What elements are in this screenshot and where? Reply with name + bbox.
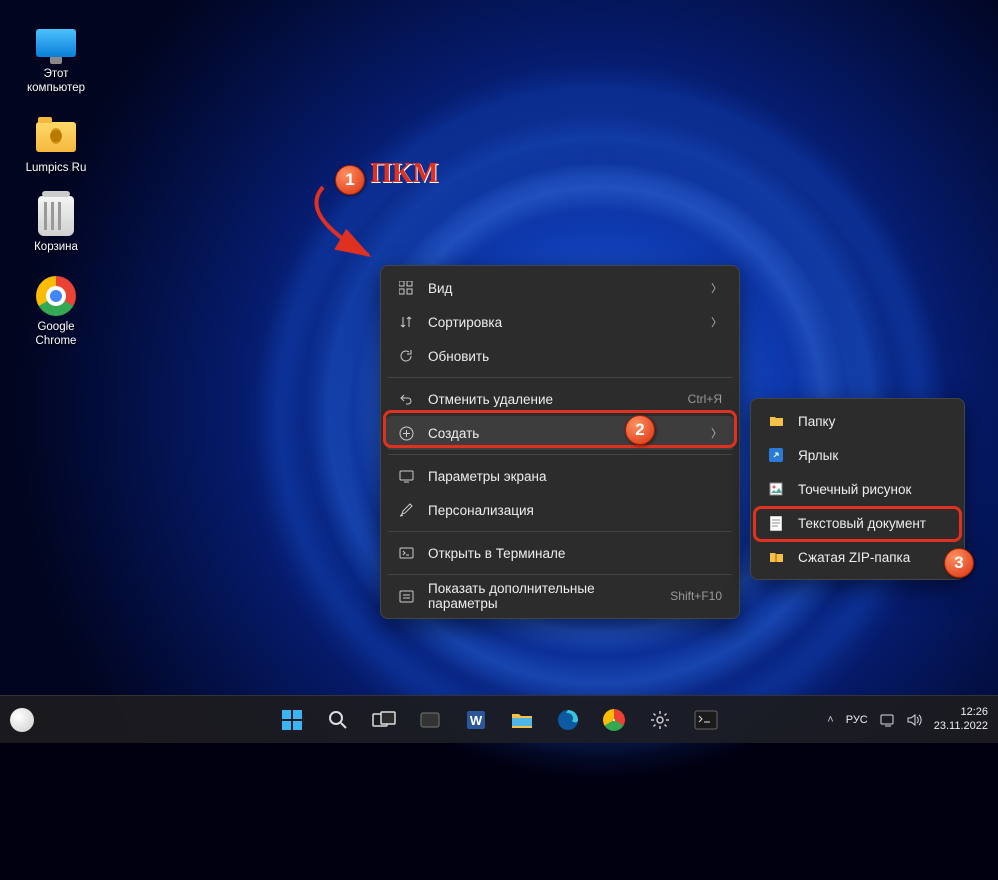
weather-icon (10, 708, 34, 732)
annotation-badge-1: 1 (335, 165, 365, 195)
refresh-icon (398, 348, 414, 364)
taskbar-widgets[interactable] (10, 708, 34, 732)
taskbar-app-settings[interactable] (640, 700, 680, 740)
tray-chevron-icon[interactable]: ˄ (827, 714, 833, 726)
taskbar-app-terminal[interactable] (686, 700, 726, 740)
shortcut-icon (768, 447, 784, 463)
menu-label: Вид (428, 281, 697, 296)
chrome-icon (36, 276, 76, 316)
network-icon[interactable] (880, 713, 896, 727)
menu-accelerator: Shift+F10 (670, 589, 722, 603)
annotation-badge-2: 2 (625, 415, 655, 445)
icon-label: Этоткомпьютер (27, 68, 85, 96)
menu-label: Сжатая ZIP-папка (798, 550, 947, 565)
menu-label: Обновить (428, 349, 722, 364)
menu-item-refresh[interactable]: Обновить (386, 339, 734, 373)
tray-time: 12:26 (934, 706, 988, 720)
taskbar-app-explorer[interactable] (502, 700, 542, 740)
monitor-icon (36, 29, 76, 57)
chrome-icon (603, 709, 625, 731)
image-icon (768, 481, 784, 497)
menu-item-personalize[interactable]: Персонализация (386, 493, 734, 527)
submenu-item-text-document[interactable]: Текстовый документ (756, 506, 959, 540)
submenu-item-zip[interactable]: Сжатая ZIP-папка (756, 540, 959, 574)
recycle-bin-icon (38, 196, 74, 236)
menu-item-undo[interactable]: Отменить удаление Ctrl+Я (386, 382, 734, 416)
undo-icon (398, 391, 414, 407)
icon-label: Корзина (34, 241, 78, 255)
text-document-icon (768, 515, 784, 531)
menu-item-sort[interactable]: Сортировка 〉 (386, 305, 734, 339)
svg-text:W: W (470, 713, 483, 728)
menu-label: Персонализация (428, 503, 722, 518)
annotation-arrow (268, 185, 388, 265)
start-button[interactable] (272, 700, 312, 740)
context-menu: Вид 〉 Сортировка 〉 Обновить Отменить уда… (380, 265, 740, 619)
desktop-icon-this-pc[interactable]: Этоткомпьютер (18, 20, 94, 96)
icon-label: GoogleChrome (36, 321, 77, 349)
menu-label: Отменить удаление (428, 392, 674, 407)
menu-label: Папку (798, 414, 947, 429)
taskbar-app[interactable] (410, 700, 450, 740)
desktop-icon-folder[interactable]: Lumpics Ru (18, 114, 94, 176)
annotation-badge-3: 3 (944, 548, 974, 578)
menu-label: Сортировка (428, 315, 697, 330)
menu-separator (388, 574, 732, 575)
menu-separator (388, 454, 732, 455)
taskbar-tray: ˄ РУС 12:26 23.11.2022 (827, 706, 988, 734)
submenu-item-bitmap[interactable]: Точечный рисунок (756, 472, 959, 506)
menu-label: Точечный рисунок (798, 482, 947, 497)
plus-circle-icon (398, 425, 414, 441)
menu-label: Создать (428, 426, 697, 441)
menu-item-terminal[interactable]: Открыть в Терминале (386, 536, 734, 570)
chevron-right-icon: 〉 (711, 314, 722, 330)
taskbar-app-chrome[interactable] (594, 700, 634, 740)
menu-label: Параметры экрана (428, 469, 722, 484)
menu-separator (388, 531, 732, 532)
search-button[interactable] (318, 700, 358, 740)
icon-label: Lumpics Ru (26, 162, 87, 176)
task-view-button[interactable] (364, 700, 404, 740)
display-icon (398, 468, 414, 484)
menu-label: Текстовый документ (798, 516, 947, 531)
menu-item-show-more[interactable]: Показать дополнительные параметры Shift+… (386, 579, 734, 613)
menu-label: Открыть в Терминале (428, 546, 722, 561)
desktop-icon-chrome[interactable]: GoogleChrome (18, 273, 94, 349)
tray-language[interactable]: РУС (846, 714, 868, 726)
sort-icon (398, 314, 414, 330)
more-options-icon (398, 588, 414, 604)
taskbar-app-word[interactable]: W (456, 700, 496, 740)
tray-clock[interactable]: 12:26 23.11.2022 (934, 706, 988, 734)
terminal-icon (398, 545, 414, 561)
volume-icon[interactable] (906, 713, 922, 727)
menu-label: Ярлык (798, 448, 947, 463)
menu-item-display-settings[interactable]: Параметры экрана (386, 459, 734, 493)
tray-date: 23.11.2022 (934, 720, 988, 734)
menu-separator (388, 377, 732, 378)
folder-icon (768, 413, 784, 429)
menu-item-view[interactable]: Вид 〉 (386, 271, 734, 305)
menu-accelerator: Ctrl+Я (688, 392, 722, 406)
grid-icon (398, 280, 414, 296)
context-submenu-new: Папку Ярлык Точечный рисунок Текстовый д… (750, 398, 965, 580)
submenu-item-shortcut[interactable]: Ярлык (756, 438, 959, 472)
submenu-item-folder[interactable]: Папку (756, 404, 959, 438)
taskbar-center: W (272, 700, 726, 740)
desktop-icons: Этоткомпьютер Lumpics Ru Корзина GoogleC… (18, 20, 94, 349)
brush-icon (398, 502, 414, 518)
menu-item-new[interactable]: Создать 〉 (386, 416, 734, 450)
taskbar-app-edge[interactable] (548, 700, 588, 740)
zip-folder-icon (768, 549, 784, 565)
chevron-right-icon: 〉 (711, 425, 722, 441)
chevron-right-icon: 〉 (711, 280, 722, 296)
folder-icon (36, 122, 76, 152)
taskbar: W ˄ РУС 12:26 23.11.2022 (0, 695, 998, 743)
desktop-icon-recycle-bin[interactable]: Корзина (18, 193, 94, 255)
menu-label: Показать дополнительные параметры (428, 581, 656, 611)
